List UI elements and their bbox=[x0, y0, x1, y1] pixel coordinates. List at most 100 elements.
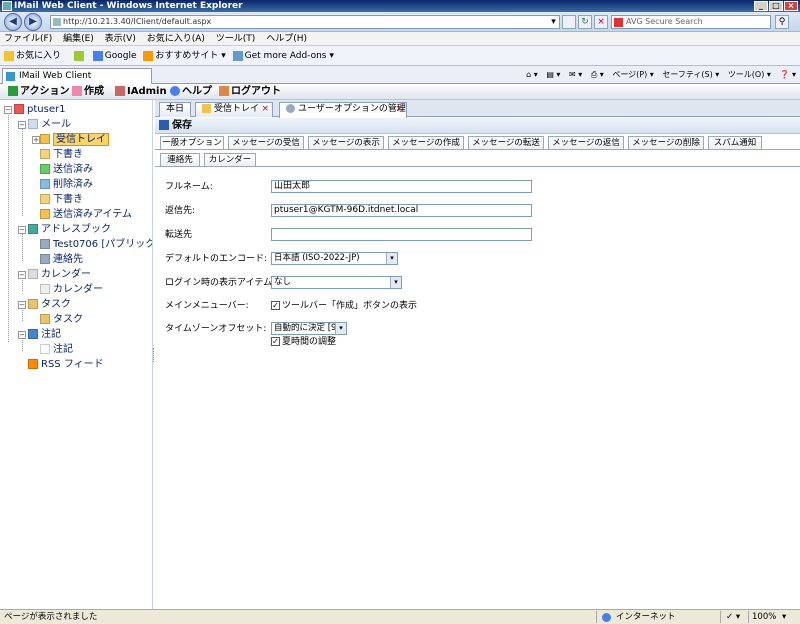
close-tab-inbox-icon[interactable]: × bbox=[261, 103, 269, 116]
menu-help[interactable]: ヘルプ(H) bbox=[262, 32, 311, 46]
tree-notes[interactable]: 注記 bbox=[40, 342, 73, 357]
stop-button[interactable]: × bbox=[594, 15, 608, 29]
maximize-button[interactable]: □ bbox=[769, 1, 783, 11]
iadmin-button[interactable]: IAdmin bbox=[115, 84, 167, 100]
tab-user-options[interactable]: ユーザーオプションの管理 × bbox=[279, 102, 407, 118]
tab-message-reply[interactable]: メッセージの返信 bbox=[548, 136, 624, 150]
replyto-field[interactable]: ptuser1@KGTM-96D.itdnet.local bbox=[271, 204, 532, 217]
save-button[interactable]: 保存 bbox=[159, 120, 192, 131]
address-bar[interactable]: http://10.21.3.40/IClient/default.aspx bbox=[50, 15, 560, 29]
tab-message-delete[interactable]: メッセージの削除 bbox=[628, 136, 704, 150]
ie-app-icon bbox=[2, 1, 12, 11]
tab-message-display[interactable]: メッセージの表示 bbox=[308, 136, 384, 150]
expand-mail-icon[interactable]: − bbox=[18, 121, 26, 129]
tab-message-compose[interactable]: メッセージの作成 bbox=[388, 136, 464, 150]
tree-calendar[interactable]: カレンダー bbox=[40, 282, 103, 297]
zoom-dropdown-icon[interactable]: ▾ bbox=[782, 610, 786, 624]
tree-task-group[interactable]: タスク bbox=[28, 297, 71, 312]
menu-view[interactable]: 表示(V) bbox=[101, 32, 140, 46]
login-item-select[interactable]: なし ▾ bbox=[271, 276, 402, 289]
dst-checkbox[interactable]: ✓ 夏時間の調整 bbox=[271, 336, 336, 348]
timezone-value: 自動的に決定 [9] bbox=[274, 323, 340, 333]
tree-notes-group[interactable]: 注記 bbox=[28, 327, 61, 342]
fullname-field[interactable]: 山田太郎 bbox=[271, 180, 532, 193]
expand-inbox-icon[interactable]: + bbox=[32, 136, 40, 144]
tree-drafts-1[interactable]: 下書き bbox=[40, 147, 83, 162]
tree-test0706[interactable]: Test0706 [パブリック] bbox=[40, 237, 152, 252]
search-icon[interactable]: ⚲ bbox=[775, 15, 789, 29]
forward-to-field[interactable] bbox=[271, 228, 532, 241]
refresh-button[interactable]: ↻ bbox=[578, 15, 592, 29]
fav-google-label: Google bbox=[104, 51, 137, 61]
search-placeholder: AVG Secure Search bbox=[626, 17, 703, 26]
tree-rss[interactable]: RSS フィード bbox=[28, 357, 104, 372]
main-menu-label: メインメニューバー: bbox=[165, 301, 249, 311]
logout-button[interactable]: ログアウト bbox=[219, 84, 281, 100]
tree-mail[interactable]: メール bbox=[28, 117, 71, 132]
help-button[interactable]: ヘルプ bbox=[170, 84, 212, 100]
browser-tab[interactable]: IMail Web Client bbox=[2, 68, 152, 84]
protected-mode-icon[interactable]: ✓ ▾ bbox=[726, 610, 740, 624]
encoding-select[interactable]: 日本語 (ISO-2022-JP) ▾ bbox=[271, 252, 398, 265]
back-button[interactable]: ◀ bbox=[4, 13, 22, 31]
safety-menu[interactable]: セーフティ(S) ▾ bbox=[662, 70, 719, 79]
tools-menu[interactable]: ツール(O) ▾ bbox=[728, 70, 771, 79]
help-icon[interactable]: ❓ ▾ bbox=[779, 70, 796, 79]
tree-calendar-group[interactable]: カレンダー bbox=[28, 267, 91, 282]
forward-button[interactable]: ▶ bbox=[24, 13, 42, 31]
expand-calendar-icon[interactable]: − bbox=[18, 271, 26, 279]
tab-inbox[interactable]: 受信トレイ × bbox=[195, 102, 273, 117]
compat-view-icon[interactable] bbox=[562, 15, 576, 29]
close-tab-options-icon[interactable]: × bbox=[395, 103, 403, 116]
task-icon bbox=[28, 299, 38, 309]
expand-task-icon[interactable]: − bbox=[18, 301, 26, 309]
expand-notes-icon[interactable]: − bbox=[18, 331, 26, 339]
tree-drafts-2[interactable]: 下書き bbox=[40, 192, 83, 207]
tab-today[interactable]: 本日 bbox=[159, 102, 191, 117]
feeds-icon[interactable]: ▤ ▾ bbox=[546, 70, 560, 79]
tab-calendar[interactable]: カレンダー bbox=[204, 153, 256, 167]
fav-addons[interactable]: Get more Add-ons ▾ bbox=[232, 46, 334, 66]
tree-sent-items[interactable]: 送信済みアイテム bbox=[40, 207, 132, 222]
tree-inbox[interactable]: 受信トレイ bbox=[40, 132, 109, 147]
action-button[interactable]: アクション bbox=[8, 84, 70, 100]
show-compose-label: ツールバー「作成」ボタンの表示 bbox=[282, 301, 418, 311]
menu-edit[interactable]: 編集(E) bbox=[59, 32, 98, 46]
main-content: 本日 受信トレイ × ユーザーオプションの管理 × 保存 一般オプション メッセージ… bbox=[155, 100, 800, 609]
timezone-select[interactable]: 自動的に決定 [9] ▾ bbox=[271, 322, 347, 335]
close-window-button[interactable]: × bbox=[784, 1, 798, 11]
tree-deleted[interactable]: 削除済み bbox=[40, 177, 93, 192]
menu-tools[interactable]: ツール(T) bbox=[212, 32, 260, 46]
tree-sent-1[interactable]: 送信済み bbox=[40, 162, 93, 177]
show-compose-checkbox[interactable]: ✓ ツールバー「作成」ボタンの表示 bbox=[271, 300, 417, 312]
expand-root-icon[interactable]: − bbox=[4, 106, 12, 114]
app-toolbar: アクション 作成 IAdmin ヘルプ ログアウト bbox=[0, 84, 800, 100]
mail-folder-icon bbox=[28, 119, 38, 129]
tree-task[interactable]: タスク bbox=[40, 312, 83, 327]
print-icon[interactable]: ⎙ ▾ bbox=[591, 70, 604, 79]
menu-favorites[interactable]: お気に入り(A) bbox=[143, 32, 209, 46]
home-icon[interactable]: ⌂ ▾ bbox=[526, 70, 538, 79]
compose-button[interactable]: 作成 bbox=[72, 84, 104, 100]
expand-addressbook-icon[interactable]: − bbox=[18, 226, 26, 234]
address-dropdown-icon[interactable]: ▾ bbox=[548, 16, 559, 28]
zoom-level[interactable]: 100% bbox=[752, 610, 776, 624]
add-favorite-icon[interactable] bbox=[73, 46, 86, 66]
minimize-button[interactable]: _ bbox=[754, 1, 768, 11]
tree-addressbook[interactable]: アドレスブック bbox=[28, 222, 111, 237]
search-input[interactable]: AVG Secure Search bbox=[611, 15, 771, 29]
favorites-button[interactable]: お気に入り bbox=[4, 46, 61, 66]
fav-google[interactable]: Google bbox=[92, 46, 137, 66]
timezone-label: タイムゾーンオフセット: bbox=[165, 324, 267, 334]
tree-root-user[interactable]: ptuser1 bbox=[14, 102, 65, 117]
tab-contacts[interactable]: 連絡先 bbox=[160, 153, 200, 167]
tab-message-forward[interactable]: メッセージの転送 bbox=[468, 136, 544, 150]
mail-icon[interactable]: ✉ ▾ bbox=[569, 70, 582, 79]
page-menu[interactable]: ページ(P) ▾ bbox=[612, 70, 653, 79]
tab-message-receive[interactable]: メッセージの受信 bbox=[228, 136, 304, 150]
tree-contacts[interactable]: 連絡先 bbox=[40, 252, 83, 267]
tab-spam-notify[interactable]: スパム通知 bbox=[708, 136, 762, 150]
menu-file[interactable]: ファイル(F) bbox=[0, 32, 56, 46]
tab-general-options[interactable]: 一般オプション bbox=[160, 136, 224, 150]
fav-suggested[interactable]: おすすめサイト ▾ bbox=[143, 46, 226, 66]
